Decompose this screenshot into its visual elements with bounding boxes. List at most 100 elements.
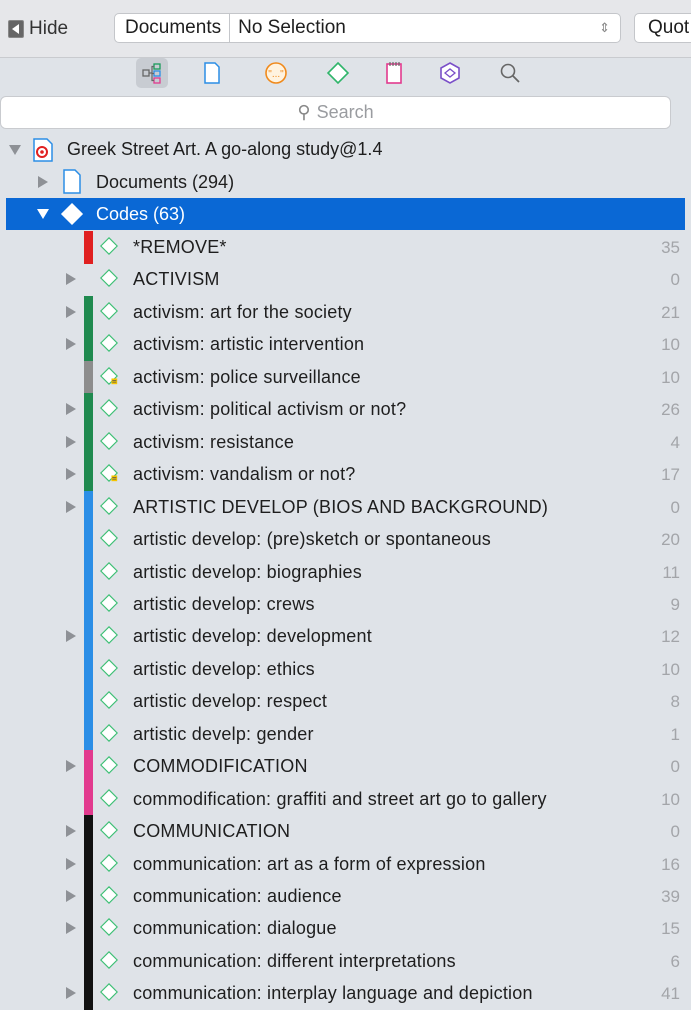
code-count: 10 — [661, 789, 680, 809]
disclosure-collapsed-icon[interactable] — [66, 403, 76, 416]
documents-filter-select[interactable]: Documents No Selection ⇕ — [114, 13, 621, 43]
code-color-bar — [84, 685, 93, 719]
svg-text:"...": "..." — [268, 69, 284, 80]
disclosure-collapsed-icon[interactable] — [66, 338, 76, 351]
disclosure-collapsed-icon[interactable] — [66, 987, 76, 1000]
code-label: commodification: graffiti and street art… — [133, 788, 547, 809]
code-row[interactable]: COMMODIFICATION 0 — [0, 750, 691, 784]
disclosure-collapsed-icon[interactable] — [66, 922, 76, 935]
code-icon[interactable] — [322, 58, 354, 88]
disclosure-collapsed-icon[interactable] — [66, 630, 76, 643]
code-color-bar — [84, 393, 93, 427]
codes-label: Codes (63) — [96, 204, 186, 224]
code-row[interactable]: activism: police surveillance 10 — [0, 360, 691, 394]
code-color-bar — [84, 815, 93, 849]
quotations-button[interactable]: Quot — [634, 13, 691, 43]
code-row[interactable]: artistic develop: ethics 10 — [0, 652, 691, 686]
code-row[interactable]: activism: resistance 4 — [0, 425, 691, 459]
code-count: 21 — [661, 302, 680, 322]
disclosure-collapsed-icon[interactable] — [66, 435, 76, 448]
code-row[interactable]: artistic develop: respect 8 — [0, 685, 691, 719]
code-row[interactable]: communication: audience 39 — [0, 880, 691, 913]
memo-icon[interactable] — [378, 58, 410, 88]
code-with-comment-icon — [100, 366, 118, 385]
network-view-icon[interactable] — [434, 58, 466, 88]
code-color-bar — [84, 880, 93, 913]
code-color-bar — [84, 652, 93, 686]
code-icon — [100, 269, 118, 288]
code-row[interactable]: activism: political activism or not? 26 — [0, 393, 691, 427]
disclosure-expanded-icon[interactable] — [9, 145, 21, 155]
code-label: artistic develop: (pre)sketch or spontan… — [133, 529, 491, 550]
search-input[interactable]: ⚲ Search — [0, 96, 671, 129]
documents-row[interactable]: Documents (294) — [0, 166, 691, 198]
code-row[interactable]: commodification: graffiti and street art… — [0, 782, 691, 816]
search-placeholder: Search — [316, 102, 374, 122]
code-row[interactable]: ARTISTIC DEVELOP (BIOS AND BACKGROUND) 0 — [0, 490, 691, 524]
code-row[interactable]: artistic develp: gender 1 — [0, 717, 691, 751]
code-row[interactable]: COMMUNICATION 0 — [0, 815, 691, 849]
quotation-icon[interactable]: "..." — [260, 58, 292, 88]
code-label: activism: police surveillance — [133, 366, 361, 387]
code-row[interactable]: artistic develop: development 12 — [0, 620, 691, 654]
document-icon — [63, 169, 81, 194]
code-row[interactable]: communication: dialogue 15 — [0, 912, 691, 946]
code-count: 20 — [661, 530, 680, 550]
code-row[interactable]: artistic develop: biographies 11 — [0, 555, 691, 589]
code-icon — [100, 821, 118, 840]
document-icon[interactable] — [196, 58, 228, 88]
code-icon — [100, 983, 118, 1002]
code-icon — [100, 529, 118, 548]
top-bar: Hide Documents No Selection ⇕ Quot — [0, 0, 691, 58]
hide-button[interactable]: Hide — [8, 14, 68, 44]
disclosure-collapsed-icon[interactable] — [66, 305, 76, 318]
code-icon — [100, 691, 118, 710]
code-label: artistic develop: respect — [133, 691, 328, 712]
disclosure-collapsed-icon[interactable] — [66, 857, 76, 870]
code-label: communication: interplay language and de… — [133, 983, 533, 1004]
code-label: artistic develop: biographies — [133, 561, 362, 582]
code-count: 10 — [661, 335, 680, 355]
hide-sidebar-icon — [8, 20, 24, 38]
code-label: ACTIVISM — [133, 269, 220, 290]
code-label: COMMODIFICATION — [133, 756, 308, 777]
code-color-bar — [84, 360, 93, 394]
code-count: 0 — [670, 822, 680, 842]
code-icon — [100, 853, 118, 872]
code-row[interactable]: artistic develop: crews 9 — [0, 587, 691, 621]
code-row[interactable]: activism: vandalism or not? 17 — [0, 458, 691, 492]
disclosure-collapsed-icon[interactable] — [66, 500, 76, 513]
code-row[interactable]: *REMOVE* 35 — [0, 231, 691, 264]
search-icon[interactable] — [494, 58, 526, 88]
code-row[interactable]: communication: art as a form of expressi… — [0, 847, 691, 881]
code-row[interactable]: ACTIVISM 0 — [0, 263, 691, 295]
code-count: 0 — [670, 497, 680, 517]
disclosure-collapsed-icon[interactable] — [66, 825, 76, 838]
code-icon — [100, 561, 118, 580]
disclosure-collapsed-icon[interactable] — [66, 273, 76, 286]
code-color-bar — [84, 944, 93, 978]
code-icon — [100, 918, 118, 937]
disclosure-expanded-icon[interactable] — [37, 209, 49, 219]
code-label: communication: different interpretations — [133, 950, 456, 971]
code-row[interactable]: communication: different interpretations… — [0, 944, 691, 978]
codes-row[interactable]: Codes (63) — [6, 198, 685, 230]
code-row[interactable]: activism: art for the society 21 — [0, 295, 691, 329]
disclosure-collapsed-icon[interactable] — [66, 760, 76, 773]
code-count: 17 — [661, 465, 680, 485]
code-color-bar — [84, 425, 93, 459]
disclosure-collapsed-icon[interactable] — [66, 468, 76, 481]
code-count: 39 — [661, 887, 680, 906]
code-count: 1 — [670, 724, 680, 744]
code-color-bar — [84, 295, 93, 329]
code-row[interactable]: activism: artistic intervention 10 — [0, 328, 691, 362]
disclosure-collapsed-icon[interactable] — [38, 176, 48, 188]
code-color-bar — [84, 750, 93, 784]
code-row[interactable]: artistic develop: (pre)sketch or spontan… — [0, 523, 691, 557]
network-icon[interactable] — [136, 58, 168, 88]
project-row[interactable]: Greek Street Art. A go-along study@1.4 — [0, 134, 691, 166]
code-label: artistic develp: gender — [133, 723, 314, 744]
code-icon — [100, 593, 118, 612]
code-row[interactable]: communication: interplay language and de… — [0, 977, 691, 1010]
disclosure-collapsed-icon[interactable] — [66, 890, 76, 902]
